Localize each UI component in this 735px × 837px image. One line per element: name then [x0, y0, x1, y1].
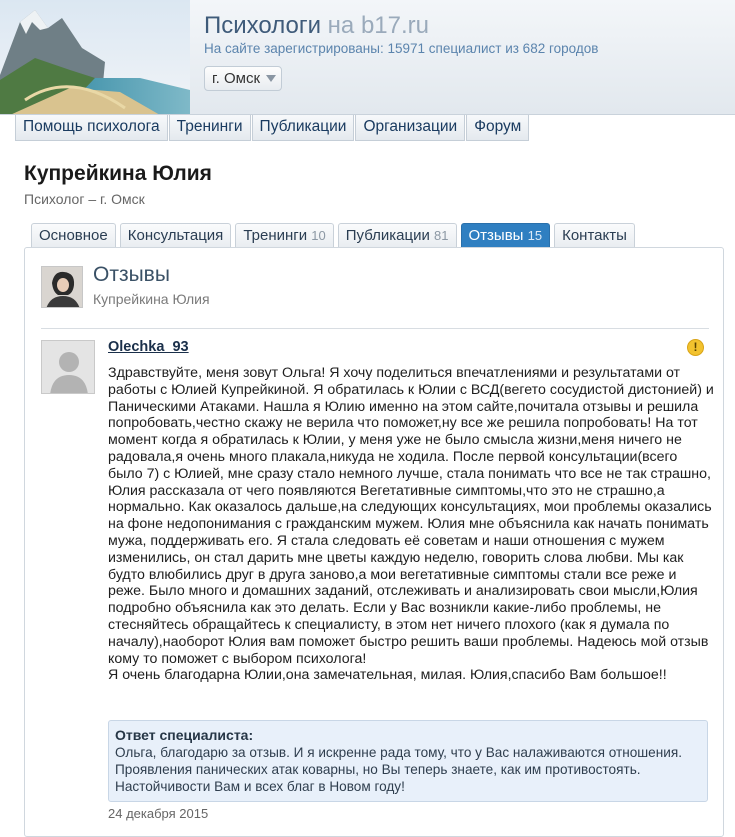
nav-item-organizations[interactable]: Организации: [355, 115, 466, 141]
review-text: Здравствуйте, меня зовут Ольга! Я хочу п…: [108, 365, 714, 684]
divider: [41, 328, 709, 329]
site-stats: На сайте зарегистрированы: 15971 специал…: [204, 41, 599, 56]
nav-item-forum[interactable]: Форум: [466, 115, 530, 141]
tab-contacts[interactable]: Контакты: [554, 223, 635, 247]
reply-text: Ольга, благодарю за отзыв. И я искренне …: [115, 745, 682, 794]
tab-count: 15: [527, 228, 543, 243]
review-closing: Я очень благодарна Юлии,она замечательна…: [108, 667, 667, 684]
specialist-avatar[interactable]: [41, 266, 83, 308]
tab-count: 10: [311, 228, 326, 243]
site-title[interactable]: Психологи на b17.ru: [204, 12, 429, 40]
site-title-domain: на b17.ru: [327, 12, 429, 39]
review-username[interactable]: Olechka_93: [108, 339, 189, 355]
tab-label: Отзывы: [468, 227, 524, 244]
specialist-avatar-image: [42, 267, 82, 307]
panel-title: Отзывы: [93, 263, 170, 286]
tab-label: Публикации: [345, 227, 430, 244]
tab-publications[interactable]: Публикации 81: [337, 223, 457, 247]
site-title-main: Психологи: [204, 12, 321, 39]
reviews-panel: Отзывы Купрейкина Юлия Olechka_93 ! Здра…: [24, 247, 724, 837]
nav-item-trainings[interactable]: Тренинги: [168, 115, 251, 141]
header-landscape-image: [0, 0, 190, 114]
nav-item-publications[interactable]: Публикации: [251, 115, 355, 141]
tab-main[interactable]: Основное: [31, 223, 116, 247]
reviewer-avatar: [41, 340, 95, 394]
tab-label: Тренинги: [243, 227, 308, 244]
review-date: 24 декабря 2015: [108, 806, 209, 821]
tab-count: 81: [434, 228, 449, 243]
reply-title: Ответ специалиста:: [115, 727, 254, 743]
specialist-reply: Ответ специалиста: Ольга, благодарю за о…: [108, 720, 708, 802]
tab-trainings[interactable]: Тренинги 10: [235, 223, 334, 247]
tab-label: Основное: [39, 227, 108, 244]
profile-subtitle: Психолог – г. Омск: [24, 191, 145, 207]
profile-tabs: Основное Консультация Тренинги 10 Публик…: [31, 223, 635, 247]
city-select-value: г. Омск: [212, 70, 261, 87]
chevron-down-icon: [266, 75, 277, 82]
tab-label: Консультация: [127, 227, 224, 244]
review-body: Здравствуйте, меня зовут Ольга! Я хочу п…: [108, 365, 714, 667]
user-placeholder-icon: [42, 341, 94, 393]
profile-name: Купрейкина Юлия: [24, 162, 212, 185]
tab-consultation[interactable]: Консультация: [119, 223, 232, 247]
warning-icon[interactable]: !: [687, 339, 704, 356]
tab-label: Контакты: [562, 227, 627, 244]
panel-author[interactable]: Купрейкина Юлия: [93, 291, 210, 307]
nav-item-help[interactable]: Помощь психолога: [15, 115, 168, 141]
tab-reviews[interactable]: Отзывы 15: [460, 223, 551, 247]
city-select[interactable]: г. Омск: [204, 66, 283, 91]
site-header: Психологи на b17.ru На сайте зарегистрир…: [0, 0, 735, 115]
main-nav: Помощь психолога Тренинги Публикации Орг…: [15, 115, 530, 141]
